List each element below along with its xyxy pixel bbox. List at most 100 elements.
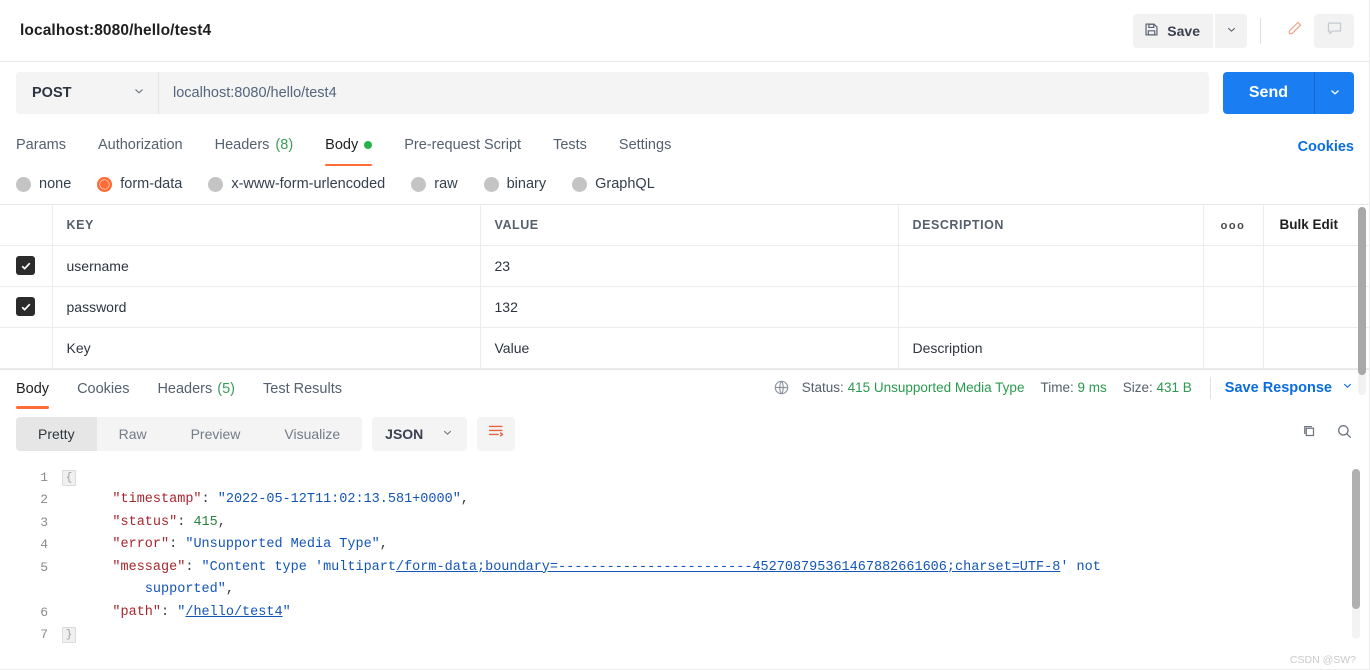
fold-toggle-icon[interactable]: {: [62, 469, 76, 486]
copy-icon: [1304, 425, 1315, 436]
save-button[interactable]: Save: [1133, 13, 1213, 48]
tab-label: Headers: [214, 137, 270, 153]
radio-icon: [16, 176, 31, 192]
tab-label: Authorization: [97, 137, 183, 153]
json-string-link[interactable]: /form-data;boundary=--------------------…: [396, 560, 866, 575]
body-type-none[interactable]: none: [16, 176, 71, 192]
view-raw[interactable]: Raw: [97, 417, 169, 451]
table-row: username 23: [0, 245, 1370, 287]
form-data-table: KEY VALUE DESCRIPTION ooo Bulk Edit user…: [0, 205, 1370, 369]
code-line: 2 "timestamp": "2022-05-12T11:02:13.581+…: [0, 489, 1370, 512]
tab-label: Body: [325, 137, 359, 153]
line-number: 3: [40, 514, 48, 530]
send-button[interactable]: Send: [1222, 72, 1314, 114]
tab-body[interactable]: Body: [325, 124, 373, 166]
row-key[interactable]: password: [52, 286, 481, 328]
tab-params[interactable]: Params: [16, 124, 66, 166]
time-group: Time: 9 ms: [1040, 380, 1106, 395]
fold-toggle-icon[interactable]: }: [62, 627, 76, 643]
form-table-scrollbar-thumb[interactable]: [1358, 207, 1366, 375]
form-data-table-wrapper: KEY VALUE DESCRIPTION ooo Bulk Edit user…: [0, 204, 1370, 395]
view-visualize[interactable]: Visualize: [262, 417, 362, 451]
edit-request-button[interactable]: [1274, 13, 1314, 48]
body-type-graphql[interactable]: GraphQL: [572, 176, 655, 192]
json-key: "timestamp": [112, 492, 202, 507]
cookies-link[interactable]: Cookies: [1298, 139, 1354, 166]
tab-settings[interactable]: Settings: [619, 124, 671, 166]
search-icon: [1338, 424, 1352, 438]
response-meta: Status: 415 Unsupported Media Type Time:…: [773, 376, 1354, 409]
top-bar: localhost:8080/hello/test4 Save: [0, 0, 1370, 62]
row-options[interactable]: [1203, 245, 1264, 287]
tab-headers[interactable]: Headers (8): [215, 124, 294, 166]
row-description[interactable]: [898, 245, 1204, 287]
http-method-value: POST: [32, 85, 72, 101]
row-checkbox-checked[interactable]: [16, 256, 36, 275]
new-row-description-input[interactable]: Description: [898, 327, 1204, 369]
row-value[interactable]: 132: [480, 286, 899, 328]
row-key[interactable]: username: [52, 245, 481, 287]
ooo-icon: ooo: [1220, 219, 1246, 232]
response-tab-headers[interactable]: Headers (5): [157, 369, 235, 409]
code-scrollbar[interactable]: [1352, 468, 1360, 639]
comments-button[interactable]: [1314, 13, 1354, 48]
time-value: 9 ms: [1077, 380, 1107, 395]
tab-label: Headers: [157, 380, 213, 397]
row-description[interactable]: [898, 286, 1204, 328]
table-row-placeholder: Key Value Description: [0, 327, 1370, 369]
time-label: Time:: [1040, 380, 1074, 395]
tab-authorization[interactable]: Authorization: [98, 124, 183, 166]
request-title: localhost:8080/hello/test4: [20, 21, 212, 39]
response-format-select[interactable]: JSON: [372, 416, 468, 451]
table-row: password 132: [0, 286, 1370, 328]
row-options[interactable]: [1203, 327, 1264, 369]
save-options-button[interactable]: [1215, 13, 1247, 48]
http-method-select[interactable]: POST: [16, 72, 158, 114]
tab-pre-request-script[interactable]: Pre-request Script: [404, 124, 521, 166]
code-line: 7 }: [0, 624, 1370, 647]
chevron-down-icon: [441, 426, 454, 442]
json-key: "error": [112, 537, 170, 552]
url-row: POST localhost:8080/hello/test4 Send: [0, 62, 1370, 124]
save-response-button[interactable]: Save Response: [1225, 379, 1354, 396]
response-tab-test-results[interactable]: Test Results: [263, 369, 342, 409]
response-tab-body[interactable]: Body: [16, 369, 50, 409]
response-view-actions: [1300, 422, 1354, 446]
row-checkbox-cell: [0, 327, 53, 369]
code-line: 4 "error": "Unsupported Media Type",: [0, 534, 1370, 557]
radio-icon: [208, 176, 224, 192]
code-scrollbar-thumb[interactable]: [1352, 468, 1360, 609]
tab-tests[interactable]: Tests: [553, 124, 587, 166]
json-string-link[interactable]: 7882661606;charset=UTF-8: [866, 560, 1060, 575]
url-input[interactable]: localhost:8080/hello/test4: [158, 72, 1209, 114]
new-row-value-input[interactable]: Value: [480, 327, 899, 369]
json-string-link[interactable]: /hello/test4: [185, 605, 282, 620]
new-row-key-input[interactable]: Key: [52, 327, 481, 369]
radio-label: form-data: [120, 176, 183, 192]
row-value[interactable]: 23: [480, 245, 899, 287]
row-checkbox-checked[interactable]: [16, 297, 36, 316]
view-preview[interactable]: Preview: [169, 417, 263, 451]
copy-button[interactable]: [1300, 422, 1319, 446]
form-table-scrollbar[interactable]: [1358, 207, 1366, 395]
bulk-edit-link[interactable]: Bulk Edit: [1263, 205, 1370, 246]
tab-label: Body: [16, 380, 50, 397]
table-options-button[interactable]: ooo: [1203, 205, 1264, 246]
view-pretty[interactable]: Pretty: [16, 416, 97, 451]
body-type-form-data[interactable]: form-data: [97, 176, 182, 192]
response-tab-cookies[interactable]: Cookies: [77, 369, 129, 409]
status-label: Status:: [801, 380, 844, 395]
response-body-code[interactable]: 1 { 2 "timestamp": "2022-05-12T11:02:13.…: [0, 461, 1370, 647]
tab-label: Settings: [618, 137, 672, 153]
body-type-raw[interactable]: raw: [411, 176, 458, 192]
wrap-lines-button[interactable]: [477, 416, 516, 451]
body-type-x-www-form-urlencoded[interactable]: x-www-form-urlencoded: [208, 176, 385, 192]
wrap-lines-icon: [487, 423, 505, 444]
tab-label: Params: [16, 137, 66, 153]
row-checkbox-cell: [0, 286, 53, 328]
send-options-button[interactable]: [1314, 72, 1354, 114]
column-header-description: DESCRIPTION: [898, 205, 1204, 246]
search-button[interactable]: [1335, 422, 1354, 446]
body-type-binary[interactable]: binary: [483, 176, 546, 192]
row-options[interactable]: [1203, 286, 1264, 328]
